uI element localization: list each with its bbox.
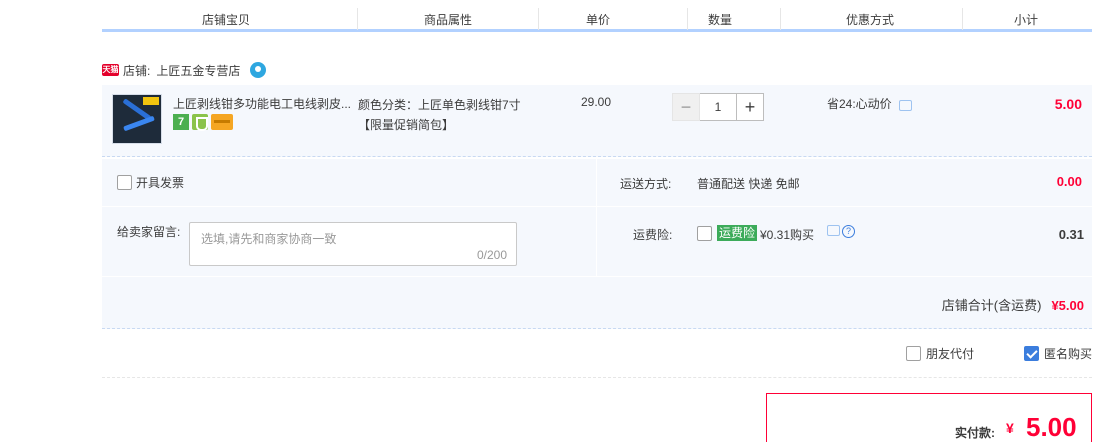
payment-total: 5.00 bbox=[1026, 412, 1077, 442]
thumb-handle bbox=[123, 115, 155, 132]
options-divider bbox=[102, 206, 1092, 207]
shield-icon[interactable] bbox=[192, 114, 208, 131]
invoice-checkbox[interactable] bbox=[117, 175, 132, 190]
header-divider bbox=[780, 8, 781, 30]
help-icon[interactable]: ? bbox=[842, 225, 855, 238]
header-discount: 优惠方式 bbox=[846, 13, 895, 27]
friend-pay-checkbox[interactable] bbox=[905, 346, 921, 361]
header-divider bbox=[538, 8, 539, 30]
shop-label: 店铺: bbox=[123, 63, 151, 78]
anonymous-buy-label: 匿名购买 bbox=[1043, 347, 1092, 361]
shop-name-link[interactable]: 上匠五金专营店 bbox=[156, 62, 240, 79]
anonymous-buy-checkbox[interactable] bbox=[1023, 346, 1039, 361]
section-divider bbox=[102, 377, 1092, 378]
thumb-tag bbox=[143, 97, 159, 105]
unit-price: 29.00 bbox=[581, 95, 612, 109]
order-item-row: 上匠剥线钳多功能电工电线剥皮... 7 颜色分类：上匠单色剥线钳7寸 【限量促销… bbox=[102, 85, 1092, 157]
insurance-amount: 0.31 bbox=[1058, 227, 1084, 242]
shipping-price: 0.00 bbox=[1056, 174, 1082, 189]
chat-icon[interactable] bbox=[898, 100, 912, 111]
shipping-label: 运送方式: bbox=[620, 177, 672, 191]
payment-label: 实付款: bbox=[955, 426, 995, 440]
attribute-package: 【限量促销简包】 bbox=[358, 118, 455, 132]
extra-options: 朋友代付 匿名购买 bbox=[905, 345, 1092, 362]
product-attributes: 颜色分类：上匠单色剥线钳7寸 【限量促销简包】 bbox=[358, 95, 521, 135]
insurance-checkbox[interactable] bbox=[697, 226, 712, 241]
insurance-badge: 运费险 bbox=[717, 225, 758, 241]
service-icons: 7 bbox=[173, 114, 233, 131]
insurance-price: ¥0.31购买 bbox=[760, 228, 815, 242]
product-thumbnail[interactable] bbox=[112, 94, 162, 144]
shop-total-value: ¥5.00 bbox=[1051, 298, 1084, 313]
discount-info: 省24:心动价 bbox=[827, 95, 912, 112]
insurance-label: 运费险: bbox=[633, 228, 673, 242]
header-unit-price: 单价 bbox=[586, 13, 611, 27]
header-attributes: 商品属性 bbox=[424, 13, 473, 27]
header-divider bbox=[962, 8, 963, 30]
column-header: 店铺宝贝 商品属性 单价 数量 优惠方式 小计 bbox=[102, 8, 1092, 32]
attribute-color: 颜色分类：上匠单色剥线钳7寸 bbox=[358, 98, 521, 112]
card-icon[interactable] bbox=[211, 114, 233, 130]
header-divider bbox=[357, 8, 358, 30]
header-shop-item: 店铺宝贝 bbox=[202, 13, 251, 27]
shop-row: 天猫 店铺: 上匠五金专营店 bbox=[102, 60, 267, 80]
message-label: 给卖家留言: bbox=[117, 225, 181, 239]
shop-total: 店铺合计(含运费) ¥5.00 bbox=[942, 295, 1084, 314]
order-options: 开具发票 运送方式: 普通配送 快递 免邮 0.00 给卖家留言: 选填,请先和… bbox=[102, 159, 1092, 329]
quantity-input[interactable]: 1 bbox=[700, 93, 736, 121]
invoice-option: 开具发票 bbox=[117, 174, 184, 191]
discount-text: 省24:心动价 bbox=[827, 97, 892, 111]
item-subtotal: 5.00 bbox=[1054, 96, 1082, 112]
quantity-increase-button[interactable]: + bbox=[736, 93, 764, 121]
message-placeholder: 选填,请先和商家协商一致 bbox=[201, 232, 337, 246]
options-divider bbox=[596, 159, 597, 277]
quantity-decrease-button[interactable]: − bbox=[672, 93, 700, 121]
header-subtotal: 小计 bbox=[1014, 13, 1039, 27]
wangwang-chat-icon[interactable] bbox=[250, 62, 267, 78]
tmall-badge-icon: 天猫 bbox=[102, 64, 119, 76]
seller-message-textarea[interactable]: 选填,请先和商家协商一致 0/200 bbox=[189, 222, 517, 266]
seven-day-return-icon[interactable]: 7 bbox=[173, 114, 189, 130]
message-char-count: 0/200 bbox=[476, 248, 507, 262]
header-quantity: 数量 bbox=[708, 13, 733, 27]
quantity-stepper: − 1 + bbox=[672, 93, 764, 121]
product-title-link[interactable]: 上匠剥线钳多功能电工电线剥皮... bbox=[173, 95, 353, 112]
payment-currency: ¥ bbox=[1006, 420, 1014, 436]
chat-icon[interactable] bbox=[827, 225, 840, 236]
shop-total-label: 店铺合计(含运费) bbox=[941, 298, 1042, 313]
options-divider bbox=[102, 276, 1092, 277]
shipping-method: 普通配送 快递 免邮 bbox=[697, 177, 800, 191]
header-divider bbox=[687, 8, 688, 30]
invoice-label: 开具发票 bbox=[136, 176, 185, 190]
friend-pay-label: 朋友代付 bbox=[925, 347, 974, 361]
